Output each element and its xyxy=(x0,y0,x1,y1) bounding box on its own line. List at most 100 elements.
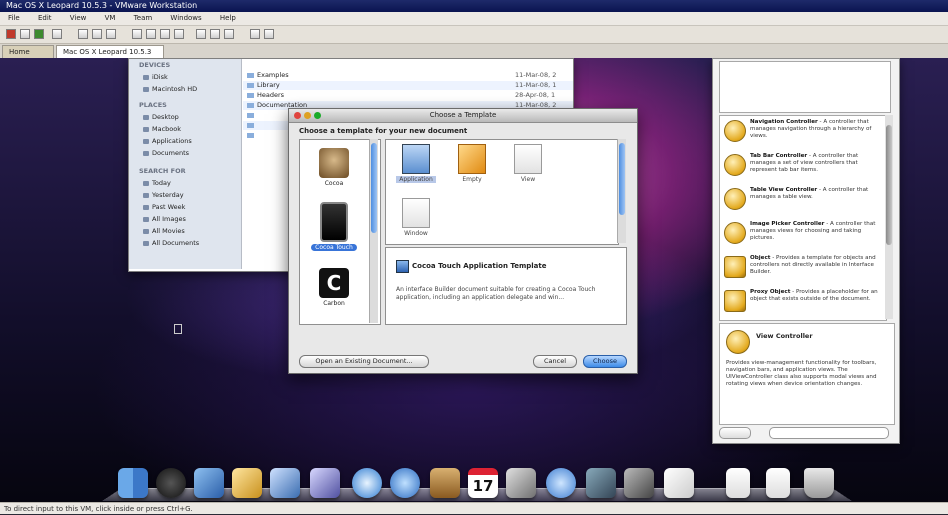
view-template-icon xyxy=(514,144,542,174)
library-search-input[interactable] xyxy=(769,427,889,439)
library-group-list[interactable] xyxy=(719,61,891,113)
open-existing-button[interactable]: Open an Existing Document... xyxy=(299,355,429,368)
spaces-icon[interactable] xyxy=(586,468,616,498)
snapshot-icon[interactable] xyxy=(78,29,88,39)
library-item[interactable]: Object - Provides a template for objects… xyxy=(722,254,884,280)
sidebar-item-all-movies[interactable]: All Movies xyxy=(143,227,185,235)
menu-vm[interactable]: VM xyxy=(97,12,124,25)
library-item[interactable]: Image Picker Controller - A controller t… xyxy=(722,220,884,246)
finder-icon[interactable] xyxy=(118,468,148,498)
scroll-thumb[interactable] xyxy=(619,143,625,215)
sidebar-item-all-images[interactable]: All Images xyxy=(143,215,186,223)
sidebar-item-idisk[interactable]: iDisk xyxy=(143,73,168,81)
photo-icon[interactable] xyxy=(310,468,340,498)
template-grid[interactable]: Application Empty View Window xyxy=(385,139,619,245)
sidebar-item-today[interactable]: Today xyxy=(143,179,171,187)
sidebar-item-documents[interactable]: Documents xyxy=(143,149,189,157)
dashboard-icon[interactable] xyxy=(156,468,186,498)
mail-icon[interactable] xyxy=(270,468,300,498)
itunes-icon[interactable] xyxy=(546,468,576,498)
sidebar-item-home[interactable]: Macbook xyxy=(143,125,181,133)
template-view[interactable]: View xyxy=(506,144,550,183)
sidebar-item-desktop[interactable]: Desktop xyxy=(143,113,179,121)
unity-icon[interactable] xyxy=(210,29,220,39)
file-row[interactable]: Library 11-Mar-08, 1 xyxy=(243,81,573,90)
trash-icon[interactable] xyxy=(804,468,834,498)
photos-icon[interactable] xyxy=(506,468,536,498)
menu-help[interactable]: Help xyxy=(212,12,244,25)
capture-icon[interactable] xyxy=(250,29,260,39)
menu-edit[interactable]: Edit xyxy=(30,12,60,25)
library-item[interactable]: Table View Controller - A controller tha… xyxy=(722,186,884,212)
menu-windows[interactable]: Windows xyxy=(162,12,209,25)
library-panel[interactable]: Navigation Controller - A controller tha… xyxy=(712,58,900,444)
template-window[interactable]: Window xyxy=(394,198,438,237)
scroll-thumb[interactable] xyxy=(371,143,377,233)
host-toolbar xyxy=(0,26,948,44)
detail-body: Provides view-management functionality f… xyxy=(726,360,877,387)
power-on-icon[interactable] xyxy=(34,29,44,39)
sidebar-item-past-week[interactable]: Past Week xyxy=(143,203,185,211)
library-item[interactable]: Navigation Controller - A controller tha… xyxy=(722,118,884,144)
address-book-icon[interactable] xyxy=(430,468,460,498)
library-item[interactable]: Tab Bar Controller - A controller that m… xyxy=(722,152,884,178)
preview-icon[interactable] xyxy=(232,468,262,498)
scroll-thumb[interactable] xyxy=(886,125,892,245)
sidebar-item-applications[interactable]: Applications xyxy=(143,137,192,145)
safari-icon[interactable] xyxy=(352,468,382,498)
dialog-prompt: Choose a template for your new document xyxy=(299,127,468,135)
template-application[interactable]: Application xyxy=(394,144,438,183)
dialog-title: Choose a Template xyxy=(429,111,497,119)
tab-home[interactable]: Home xyxy=(2,45,54,58)
tab-vm[interactable]: Mac OS X Leopard 10.5.3 × xyxy=(56,45,164,69)
menu-team[interactable]: Team xyxy=(126,12,161,25)
zoom-icon[interactable] xyxy=(314,112,321,119)
library-scrollbar[interactable] xyxy=(885,115,893,319)
settings-icon[interactable] xyxy=(224,29,234,39)
menu-view[interactable]: View xyxy=(62,12,95,25)
quick-switch-icon[interactable] xyxy=(146,29,156,39)
library-item-title: Table View Controller xyxy=(750,187,818,193)
gear-icon[interactable] xyxy=(719,427,751,439)
menu-file[interactable]: File xyxy=(0,12,28,25)
library-item[interactable]: Proxy Object - Provides a placeholder fo… xyxy=(722,288,884,314)
time-machine-icon[interactable] xyxy=(624,468,654,498)
sidebar-item-all-documents[interactable]: All Documents xyxy=(143,239,199,247)
template-scrollbar[interactable] xyxy=(617,139,626,243)
library-item-list[interactable]: Navigation Controller - A controller tha… xyxy=(719,115,887,321)
doc-icon[interactable] xyxy=(726,468,750,498)
console-icon[interactable] xyxy=(174,29,184,39)
choose-button[interactable]: Choose xyxy=(583,355,627,368)
category-scrollbar[interactable] xyxy=(369,139,378,323)
host-tab-bar: Home Mac OS X Leopard 10.5.3 × xyxy=(0,44,948,69)
appliance-icon[interactable] xyxy=(196,29,206,39)
dialog-title-bar[interactable]: Choose a Template xyxy=(289,109,637,123)
movie-icon[interactable] xyxy=(264,29,274,39)
file-row[interactable]: Headers 28-Apr-08, 1 xyxy=(243,91,573,100)
minimize-icon[interactable] xyxy=(304,112,311,119)
reset-icon[interactable] xyxy=(52,29,62,39)
template-empty[interactable]: Empty xyxy=(450,144,494,183)
suspend-icon[interactable] xyxy=(20,29,30,39)
category-carbon[interactable]: C Carbon xyxy=(300,268,368,307)
textedit-icon[interactable] xyxy=(664,468,694,498)
ichat-icon[interactable] xyxy=(390,468,420,498)
category-cocoa[interactable]: Cocoa xyxy=(300,148,368,187)
snapshot-manager-icon[interactable] xyxy=(106,29,116,39)
navigation-controller-icon xyxy=(724,120,746,142)
file-row[interactable]: Examples 11-Mar-08, 2 xyxy=(243,71,573,80)
full-screen-icon[interactable] xyxy=(132,29,142,39)
close-icon[interactable] xyxy=(294,112,301,119)
category-cocoa-touch[interactable]: Cocoa Touch xyxy=(300,202,368,251)
sidebar-item-macintosh-hd[interactable]: Macintosh HD xyxy=(143,85,197,93)
summary-icon[interactable] xyxy=(160,29,170,39)
power-off-icon[interactable] xyxy=(6,29,16,39)
cancel-button[interactable]: Cancel xyxy=(533,355,577,368)
sidebar-item-yesterday[interactable]: Yesterday xyxy=(143,191,184,199)
guest-desktop[interactable]: DEVICES iDisk Macintosh HD PLACES Deskto… xyxy=(0,58,948,502)
doc2-icon[interactable] xyxy=(766,468,790,498)
choose-template-dialog[interactable]: Choose a Template Choose a template for … xyxy=(288,108,638,374)
xcode-icon[interactable] xyxy=(194,468,224,498)
revert-icon[interactable] xyxy=(92,29,102,39)
ical-icon[interactable]: 17 xyxy=(468,468,498,498)
